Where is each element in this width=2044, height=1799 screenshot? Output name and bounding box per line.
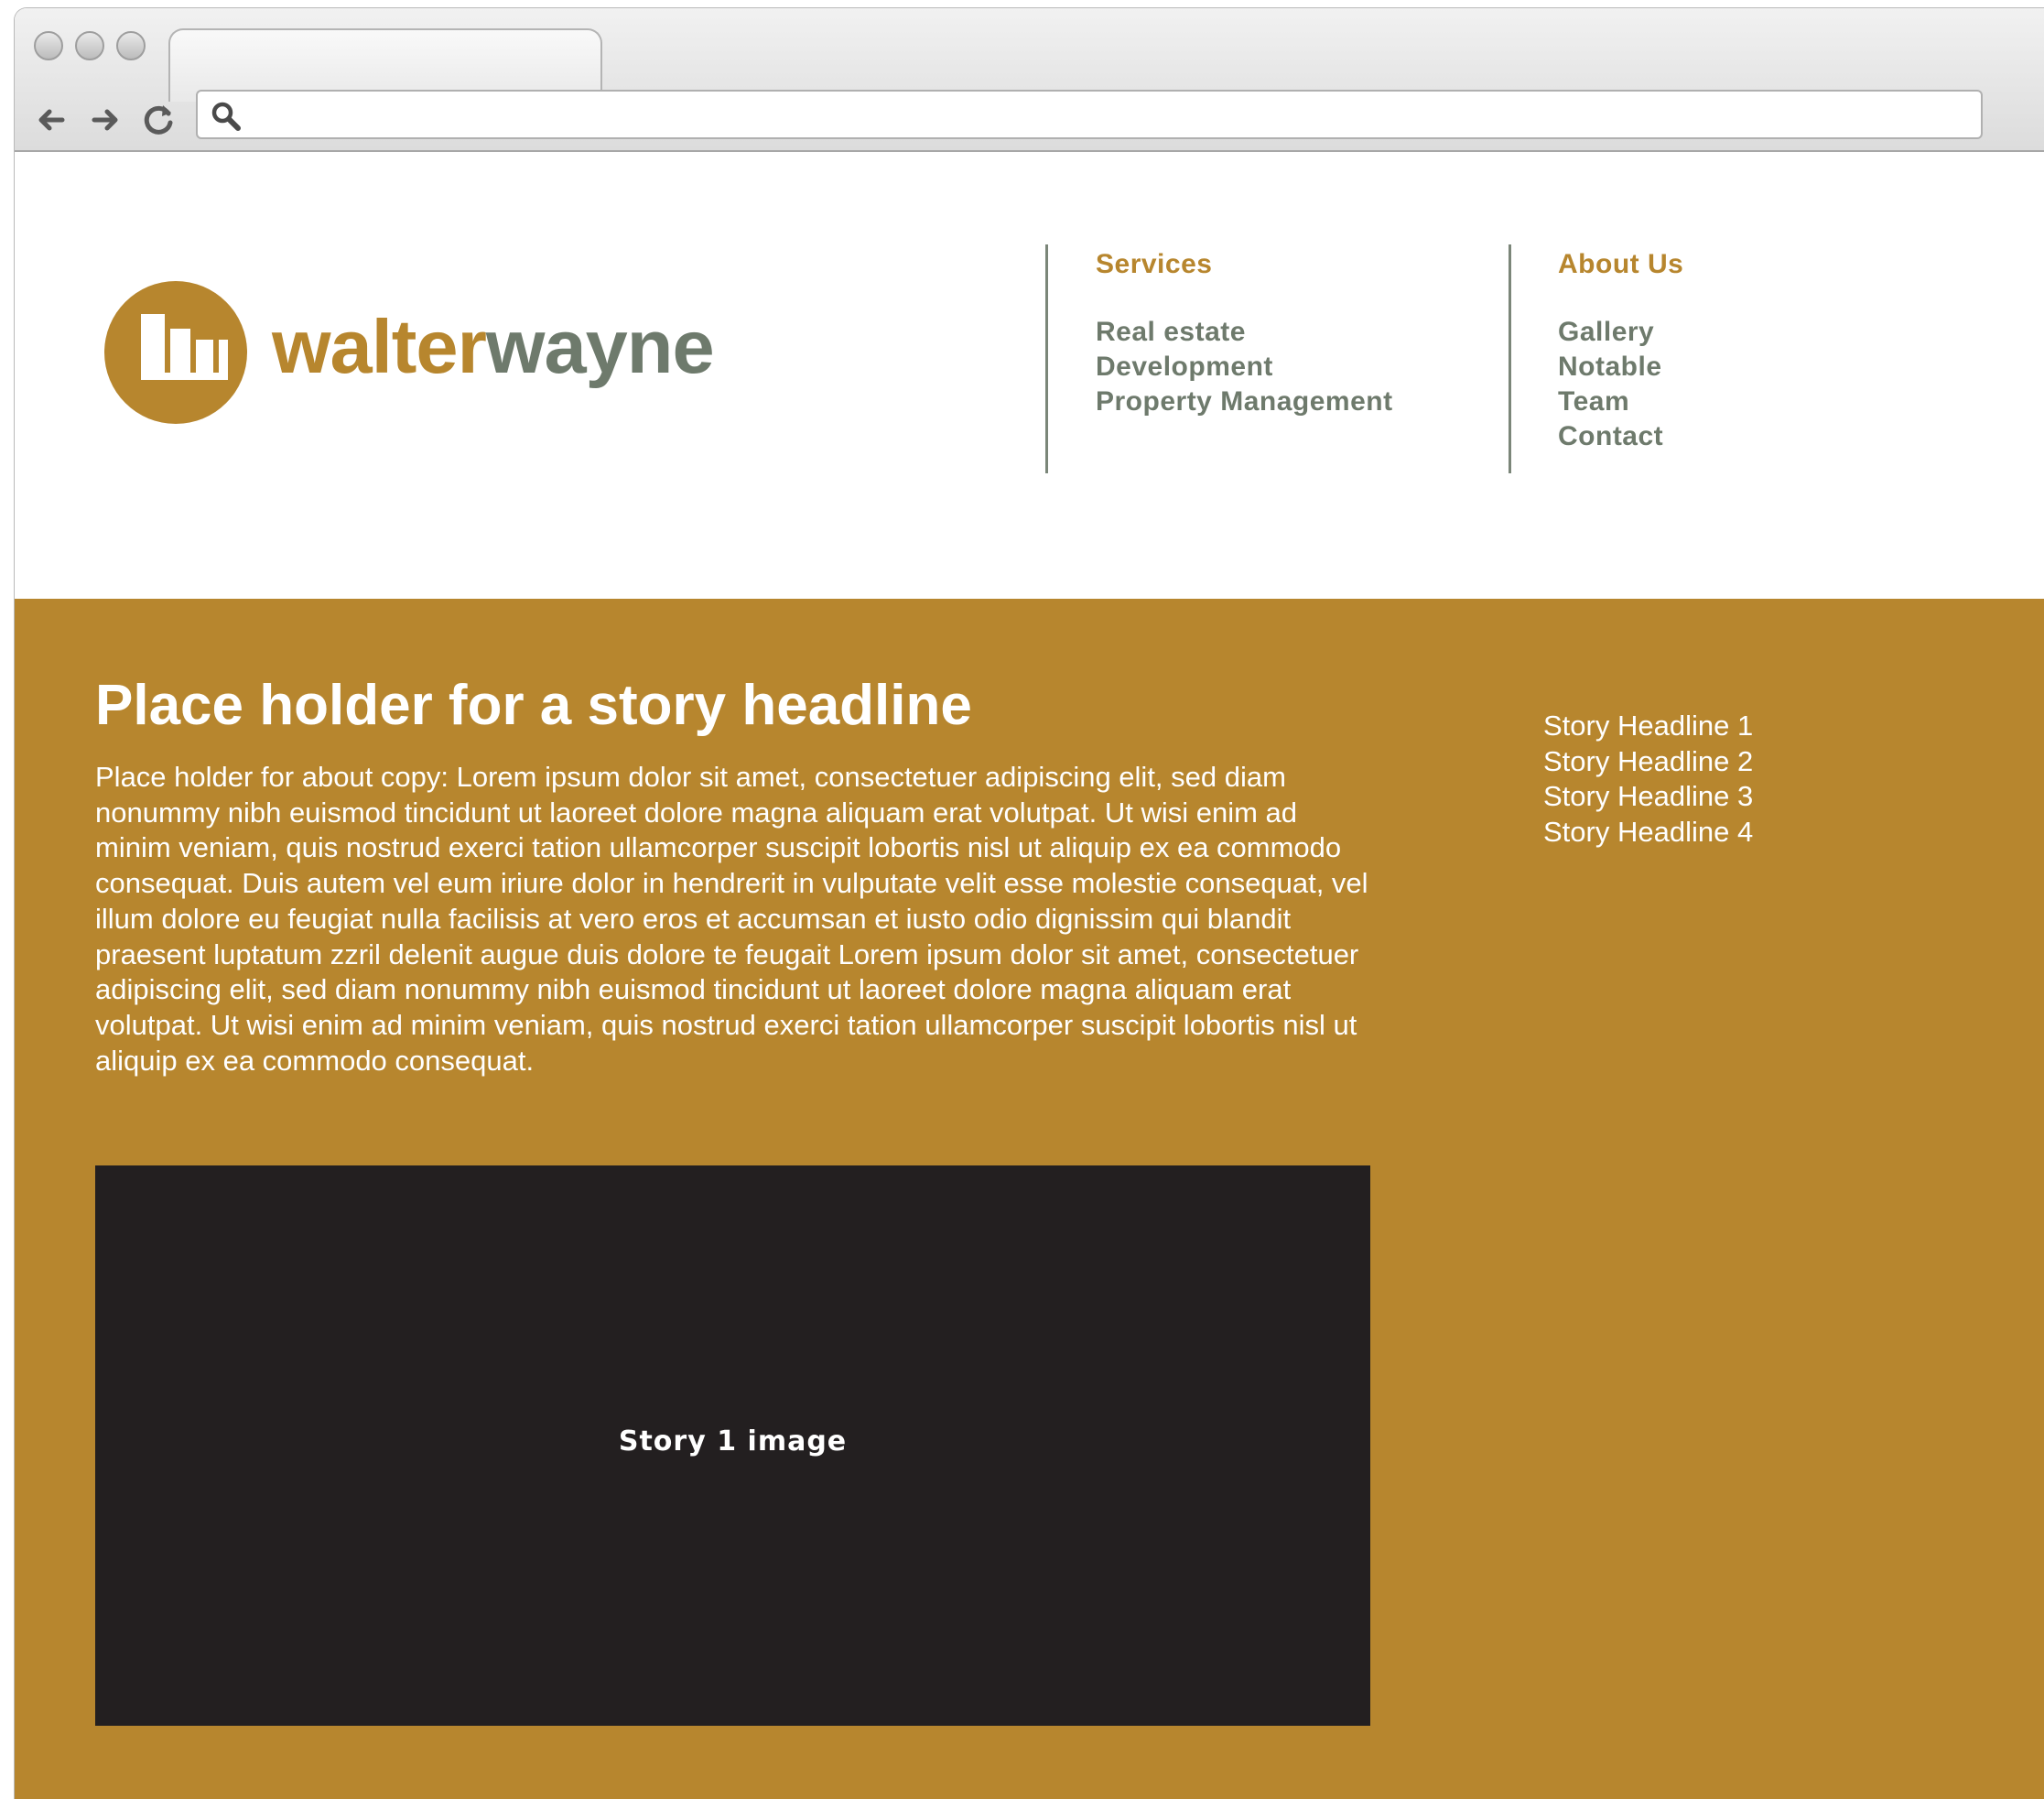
- nav-services: Services Real estate Development Propert…: [1096, 249, 1393, 419]
- reload-icon[interactable]: [139, 100, 179, 140]
- nav-link-team[interactable]: Team: [1558, 385, 1683, 419]
- window-minimize-button[interactable]: [75, 31, 104, 60]
- nav-link-real-estate[interactable]: Real estate: [1096, 315, 1393, 350]
- story-image-placeholder[interactable]: Story 1 image: [95, 1165, 1370, 1726]
- address-input[interactable]: [253, 92, 1968, 139]
- brand-wordmark[interactable]: walterwayne: [272, 309, 715, 385]
- nav-link-contact[interactable]: Contact: [1558, 419, 1683, 454]
- brand-wordmark-wayne: wayne: [485, 304, 715, 389]
- arrow-right-icon[interactable]: [85, 100, 125, 140]
- nav-about: About Us Gallery Notable Team Contact: [1558, 249, 1683, 454]
- search-icon: [211, 102, 241, 131]
- nav-divider: [1045, 244, 1048, 473]
- story-link-3[interactable]: Story Headline 3: [1543, 779, 1753, 815]
- story-link-4[interactable]: Story Headline 4: [1543, 815, 1753, 851]
- about-copy: Place holder for about copy: Lorem ipsum…: [95, 761, 1368, 1077]
- browser-chrome: [15, 8, 2044, 152]
- story-link-1[interactable]: Story Headline 1: [1543, 709, 1753, 744]
- nav-link-development[interactable]: Development: [1096, 350, 1393, 385]
- brand-wordmark-walter: walter: [272, 304, 487, 389]
- nav-heading-services[interactable]: Services: [1096, 249, 1393, 280]
- arrow-left-icon[interactable]: [31, 100, 71, 140]
- nav-link-property-management[interactable]: Property Management: [1096, 385, 1393, 419]
- browser-window: walterwayne Services Real estate Develop…: [14, 7, 2044, 1799]
- story-section: Place holder for a story headline Place …: [15, 599, 2044, 1799]
- story-image-label: Story 1 image: [618, 1425, 848, 1458]
- story-headline: Place holder for a story headline: [95, 674, 972, 737]
- nav-heading-about-us[interactable]: About Us: [1558, 249, 1683, 280]
- nav-link-notable[interactable]: Notable: [1558, 350, 1683, 385]
- story-headline-list: Story Headline 1 Story Headline 2 Story …: [1543, 709, 1753, 850]
- address-bar[interactable]: [196, 90, 1983, 139]
- story-link-2[interactable]: Story Headline 2: [1543, 744, 1753, 780]
- window-maximize-button[interactable]: [116, 31, 146, 60]
- nav-link-gallery[interactable]: Gallery: [1558, 315, 1683, 350]
- window-close-button[interactable]: [34, 31, 63, 60]
- nav-divider: [1509, 244, 1511, 473]
- building-bars-logo-icon[interactable]: [103, 279, 249, 426]
